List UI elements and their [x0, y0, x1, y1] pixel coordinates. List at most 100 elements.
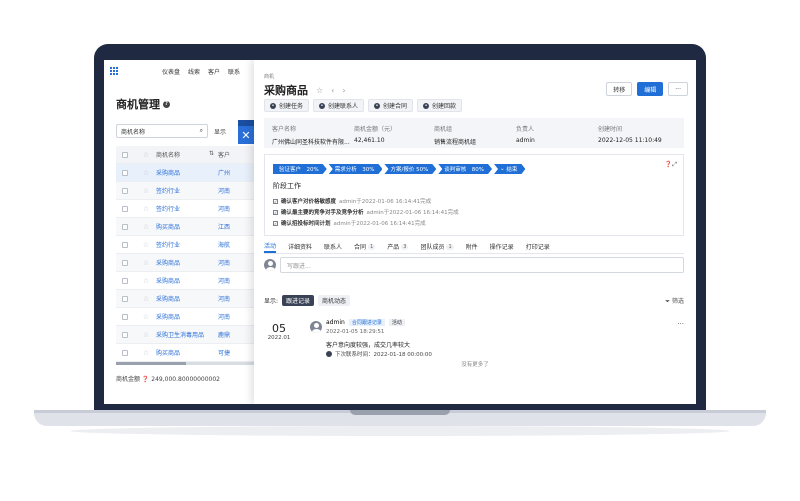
- tab-products[interactable]: 产品 3: [387, 240, 409, 253]
- star-icon[interactable]: ☆: [316, 86, 323, 95]
- opportunity-name-link[interactable]: 签约行业: [156, 186, 218, 195]
- customer-link[interactable]: 河南: [218, 186, 248, 195]
- row-checkbox[interactable]: [122, 349, 128, 356]
- star-icon[interactable]: ☆: [136, 331, 156, 339]
- tab-team[interactable]: 团队成员 1: [420, 240, 454, 253]
- customer-link[interactable]: 河南: [218, 258, 248, 267]
- tab-activity[interactable]: 活动: [264, 240, 277, 253]
- row-checkbox[interactable]: [122, 295, 128, 302]
- row-checkbox[interactable]: [122, 331, 128, 338]
- create-task-button[interactable]: • 创建任务: [264, 99, 310, 112]
- opportunity-name-link[interactable]: 购买商品: [156, 348, 218, 357]
- tab-operation-log[interactable]: 操作记录: [490, 240, 514, 253]
- horizontal-scrollbar[interactable]: [116, 362, 254, 365]
- scrollbar-thumb[interactable]: [116, 362, 186, 365]
- customer-link[interactable]: 河南: [218, 204, 248, 213]
- search-icon[interactable]: ⌕: [200, 127, 203, 135]
- row-checkbox[interactable]: [122, 187, 128, 194]
- customer-link[interactable]: 海航: [218, 240, 248, 249]
- pill-follow-up[interactable]: 跟进记录: [282, 295, 315, 306]
- customer-link[interactable]: 江西: [218, 222, 248, 231]
- row-checkbox[interactable]: [122, 241, 128, 248]
- sort-icon[interactable]: ⇅: [209, 150, 214, 159]
- chevron-right-icon[interactable]: ›: [342, 86, 345, 95]
- help-icon[interactable]: ?: [163, 100, 170, 108]
- row-checkbox[interactable]: [122, 313, 128, 320]
- opportunity-name-link[interactable]: 购买商品: [156, 222, 218, 231]
- table-row[interactable]: ☆ 采购商品 河南: [116, 254, 254, 272]
- task-checkbox[interactable]: ✓: [273, 198, 278, 204]
- opportunity-name-link[interactable]: 采购卫生消毒用品: [156, 330, 218, 339]
- nav-customers[interactable]: 客户: [208, 67, 220, 76]
- table-row[interactable]: ☆ 签约行业 海航: [116, 236, 254, 254]
- opportunity-name-link[interactable]: 签约行业: [156, 240, 218, 249]
- table-row[interactable]: ☆ 签约行业 河南: [116, 200, 254, 218]
- tab-details[interactable]: 详细资料: [288, 240, 312, 253]
- opportunity-name-link[interactable]: 采购商品: [156, 168, 218, 177]
- star-icon[interactable]: ☆: [136, 241, 156, 249]
- customer-link[interactable]: 河南: [218, 294, 248, 303]
- star-icon[interactable]: ☆: [136, 313, 156, 321]
- customer-link[interactable]: 河南: [218, 312, 248, 321]
- nav-leads[interactable]: 线索: [188, 67, 200, 76]
- table-row[interactable]: ☆ 采购商品 广州: [116, 164, 254, 182]
- stage-negotiate[interactable]: 谈判审核 80%: [438, 164, 492, 174]
- chevron-left-icon[interactable]: ‹: [331, 86, 334, 95]
- entry-more-button[interactable]: ···: [677, 320, 684, 328]
- star-icon[interactable]: ☆: [136, 223, 156, 231]
- app-grid-icon[interactable]: [110, 67, 118, 75]
- star-icon[interactable]: ☆: [136, 277, 156, 285]
- task-checkbox[interactable]: ✓: [273, 220, 278, 226]
- create-contract-button[interactable]: • 创建合同: [368, 99, 414, 112]
- filter-link[interactable]: ⏷ 筛选: [665, 296, 684, 306]
- transfer-button[interactable]: 转移: [606, 82, 633, 96]
- stage-quote[interactable]: 方案/报价 50%: [384, 164, 436, 174]
- row-checkbox[interactable]: [122, 277, 128, 284]
- nav-contacts[interactable]: 联系: [228, 67, 240, 76]
- table-row[interactable]: ☆ 采购商品 河南: [116, 272, 254, 290]
- column-header-name[interactable]: 商机名称 ⇅: [156, 150, 218, 159]
- task-checkbox[interactable]: ✓: [273, 209, 278, 215]
- create-payment-button[interactable]: • 创建回款: [417, 99, 463, 112]
- column-header-customer[interactable]: 客户: [218, 150, 248, 159]
- table-row[interactable]: ☆ 采购商品 河南: [116, 308, 254, 326]
- follow-up-input[interactable]: 写跟进...: [280, 257, 684, 273]
- row-checkbox[interactable]: [122, 169, 128, 176]
- edit-button[interactable]: 编辑: [637, 82, 664, 96]
- tab-contracts[interactable]: 合同 1: [354, 240, 376, 253]
- star-icon[interactable]: ☆: [136, 169, 156, 177]
- more-button[interactable]: ···: [668, 82, 688, 96]
- opportunity-name-link[interactable]: 采购商品: [156, 258, 218, 267]
- table-row[interactable]: ☆ 采购卫生消毒用品 鹿鼎: [116, 326, 254, 344]
- customer-link[interactable]: 广州: [218, 168, 248, 177]
- customer-link[interactable]: 河南: [218, 276, 248, 285]
- tab-attachments[interactable]: 附件: [466, 240, 478, 253]
- opportunity-name-link[interactable]: 签约行业: [156, 204, 218, 213]
- stage-needs[interactable]: 需求分析 30%: [329, 164, 383, 174]
- star-icon[interactable]: ☆: [136, 205, 156, 213]
- opportunity-name-link[interactable]: 采购商品: [156, 276, 218, 285]
- table-row[interactable]: ☆ 采购商品 河南: [116, 290, 254, 308]
- table-row[interactable]: ☆ 购买商品 可捷: [116, 344, 254, 362]
- customer-link[interactable]: 鹿鼎: [218, 330, 248, 339]
- opportunity-name-link[interactable]: 采购商品: [156, 294, 218, 303]
- search-input[interactable]: 商机名称 ⌕: [116, 124, 208, 138]
- stage-verify[interactable]: 验证客户 20%: [273, 164, 327, 174]
- row-checkbox[interactable]: [122, 223, 128, 230]
- close-detail-button[interactable]: ✕: [238, 126, 254, 144]
- select-all-checkbox[interactable]: [122, 151, 128, 158]
- pill-opportunity-feed[interactable]: 商机动态: [318, 295, 351, 306]
- tab-print-log[interactable]: 打印记录: [526, 240, 550, 253]
- nav-dashboard[interactable]: 仪表盘: [162, 67, 180, 76]
- star-icon[interactable]: ☆: [136, 259, 156, 267]
- tab-contacts[interactable]: 联系人: [324, 240, 342, 253]
- stage-end[interactable]: ⌄ 结束: [494, 164, 525, 174]
- row-checkbox[interactable]: [122, 259, 128, 266]
- table-row[interactable]: ☆ 购买商品 江西: [116, 218, 254, 236]
- star-icon[interactable]: ☆: [136, 349, 156, 357]
- expand-icon[interactable]: ⤢: [672, 161, 677, 168]
- row-checkbox[interactable]: [122, 205, 128, 212]
- star-icon[interactable]: ☆: [136, 295, 156, 303]
- table-row[interactable]: ☆ 签约行业 河南: [116, 182, 254, 200]
- customer-link[interactable]: 可捷: [218, 348, 248, 357]
